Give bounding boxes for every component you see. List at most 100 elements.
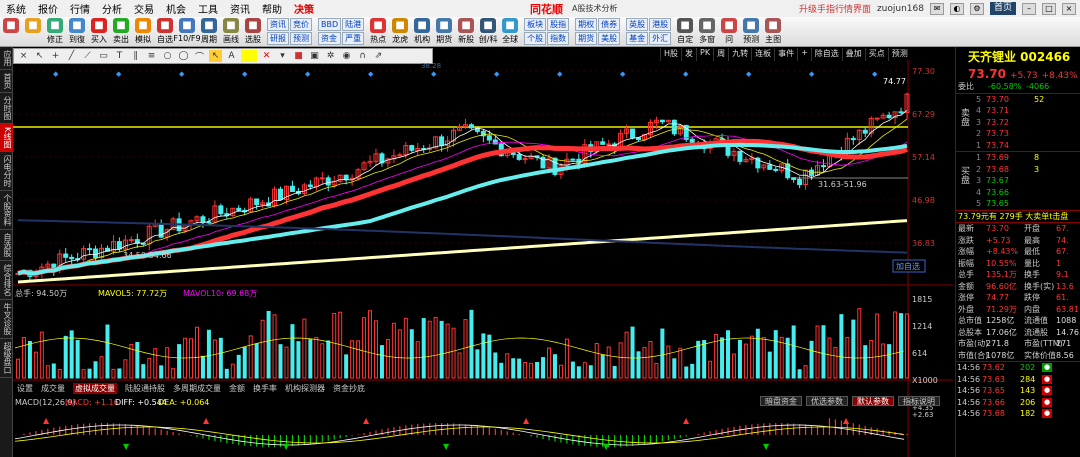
close-icon[interactable]: × (1062, 2, 1076, 15)
icons-button-8[interactable]: ■ F10/F9 (173, 17, 201, 47)
right_icons-button-4[interactable]: ■ 主图 (762, 17, 784, 47)
event-marker-icon[interactable]: ◆ (746, 70, 752, 78)
right_icons-button-2[interactable]: ■ 问 (718, 17, 740, 47)
mid_icons-button-6[interactable]: ■ 全球 (499, 17, 521, 47)
toolbar-group3-item[interactable]: 股指 (547, 18, 570, 31)
event-marker-icon[interactable]: ◆ (116, 70, 122, 78)
volume-tab[interactable]: 成交量 (41, 383, 65, 394)
toolbar-group2-item[interactable]: BBD (318, 18, 342, 31)
right_icons-button-1[interactable]: ■ 多窗 (696, 17, 718, 47)
vtab-item[interactable]: 个股资料 (0, 191, 13, 231)
toolbar-group2-item[interactable]: 严重 (342, 32, 365, 45)
mail-icon[interactable]: ✉ (929, 2, 944, 15)
event-marker-icon[interactable]: ◆ (368, 70, 374, 78)
buy-row[interactable]: 4 73.66 (974, 187, 1080, 199)
buy-row[interactable]: 1 73.69 8 (974, 152, 1080, 164)
event-marker-icon[interactable]: ◆ (305, 70, 311, 78)
vtab-item[interactable]: 闪电分时 (0, 152, 13, 192)
sell-row[interactable]: 1 73.74 (974, 140, 1080, 152)
event-marker-icon[interactable]: ◆ (179, 70, 185, 78)
event-marker-icon[interactable]: ◆ (872, 70, 878, 78)
macd-button[interactable]: 默认参数 (852, 396, 894, 406)
volume-tab[interactable]: 换手率 (253, 383, 277, 394)
toolbar-group4-item[interactable]: 期货 (575, 32, 598, 45)
volume-tab[interactable]: 陆股通持股 (125, 383, 165, 394)
volume-tab[interactable]: 虚拟成交量 (73, 382, 117, 394)
sell-row[interactable]: 4 73.71 (974, 105, 1080, 117)
macd-button[interactable]: 暗盘资金 (760, 396, 802, 406)
menu-help[interactable]: 帮助 (256, 1, 288, 16)
toolbar-group2-item[interactable]: 资金 (318, 32, 342, 45)
mid_icons-button-1[interactable]: ■ 龙虎 (389, 17, 411, 47)
vtab-item[interactable]: 应用 (0, 47, 13, 70)
vtab-item[interactable]: 分时图 (0, 93, 13, 124)
event-marker-icon[interactable]: ◆ (557, 70, 563, 78)
toolbar-group4-item[interactable]: 期权 (575, 18, 598, 31)
menu-tools[interactable]: 工具 (192, 1, 224, 16)
icons-button-3[interactable]: ■ 到復 (66, 17, 88, 47)
menu-system[interactable]: 系统 (0, 1, 32, 16)
icons-button-4[interactable]: ■ 买入 (88, 17, 110, 47)
volume-tab[interactable]: 金额 (229, 383, 245, 394)
toolbar-group4-item[interactable]: 美股 (598, 32, 621, 45)
event-marker-icon[interactable]: ◆ (53, 70, 59, 78)
menu-quote[interactable]: 报价 (32, 1, 64, 16)
volume-tab[interactable]: 资金抄底 (333, 383, 365, 394)
vtab-item[interactable]: K线图 (0, 124, 13, 153)
toolbar-group5-item[interactable]: 外汇 (649, 32, 672, 45)
vtab-item[interactable]: 首页 (0, 70, 13, 93)
macd-button[interactable]: 指标说明 (898, 396, 940, 406)
toolbar-group3-item[interactable]: 板块 (524, 18, 547, 31)
toolbar-group3-item[interactable]: 指数 (547, 32, 570, 45)
mid_icons-button-2[interactable]: ■ 机构 (411, 17, 433, 47)
event-marker-icon[interactable]: ◆ (494, 70, 500, 78)
icons-button-5[interactable]: ■ 卖出 (110, 17, 132, 47)
vtab-item[interactable]: 超级盘口 (0, 339, 13, 379)
vtab-item[interactable]: 综合排名 (0, 261, 13, 301)
buy-row[interactable]: 5 73.65 (974, 198, 1080, 210)
icons-button-11[interactable]: ■ 选股 (242, 17, 264, 47)
volume-tab[interactable]: 机构探测器 (285, 383, 325, 394)
toolbar-group5-item[interactable]: 港股 (649, 18, 672, 31)
menu-analysis[interactable]: 分析 (96, 1, 128, 16)
menu-decision[interactable]: 决策 (288, 1, 320, 16)
toolbar-group1-item[interactable]: 竞价 (290, 18, 312, 31)
toolbar-group5-item[interactable]: 基金 (626, 32, 649, 45)
toolbar-group5-item[interactable]: 英股 (626, 18, 649, 31)
minimize-icon[interactable]: – (1022, 2, 1036, 15)
vtab-item[interactable]: 自选股 (0, 230, 13, 262)
event-marker-icon[interactable]: ◆ (683, 70, 689, 78)
toolbar-group2-item[interactable]: 陆港 (342, 18, 365, 31)
event-marker-icon[interactable]: ◆ (431, 70, 437, 78)
mid_icons-button-5[interactable]: ■ 创/科 (477, 17, 499, 47)
toolbar-group4-item[interactable]: 债券 (598, 18, 621, 31)
mid_icons-button-0[interactable]: ■ 热点 (367, 17, 389, 47)
home-button[interactable]: 首页 (989, 2, 1016, 15)
icons-button-2[interactable]: ■ 修正 (44, 17, 66, 47)
event-marker-icon[interactable]: ◆ (620, 70, 626, 78)
sell-row[interactable]: 3 73.72 (974, 117, 1080, 129)
toolbar-group1-item[interactable]: 预测 (290, 32, 312, 45)
skin-icon[interactable]: ◐ (949, 2, 964, 15)
maximize-icon[interactable]: □ (1042, 2, 1056, 15)
mid_icons-button-4[interactable]: ■ 新股 (455, 17, 477, 47)
icons-button-9[interactable]: ■ 周期 (198, 17, 220, 47)
toolbar-group1-item[interactable]: 研报 (267, 32, 289, 45)
icons-button-1[interactable]: ■ (22, 17, 44, 47)
sell-row[interactable]: 2 73.73 (974, 128, 1080, 140)
sell-row[interactable]: 5 73.70 52 (974, 94, 1080, 106)
icons-button-10[interactable]: ■ 画线 (220, 17, 242, 47)
buy-row[interactable]: 3 73.67 (974, 175, 1080, 187)
right_icons-button-3[interactable]: ■ 预测 (740, 17, 762, 47)
event-marker-icon[interactable]: ◆ (242, 70, 248, 78)
menu-market[interactable]: 行情 (64, 1, 96, 16)
macd-button[interactable]: 优选参数 (806, 396, 848, 406)
vtab-item[interactable]: 牛叉诊股 (0, 300, 13, 340)
icons-button-6[interactable]: ■ 模拟 (132, 17, 154, 47)
upgrade-link[interactable]: 升级手指行情界面 (799, 2, 871, 15)
mid_icons-button-3[interactable]: ■ 期货 (433, 17, 455, 47)
toolbar-group1-item[interactable]: 资讯 (267, 18, 289, 31)
menu-trade[interactable]: 交易 (128, 1, 160, 16)
menu-news[interactable]: 资讯 (224, 1, 256, 16)
buy-row[interactable]: 2 73.68 3 (974, 164, 1080, 176)
